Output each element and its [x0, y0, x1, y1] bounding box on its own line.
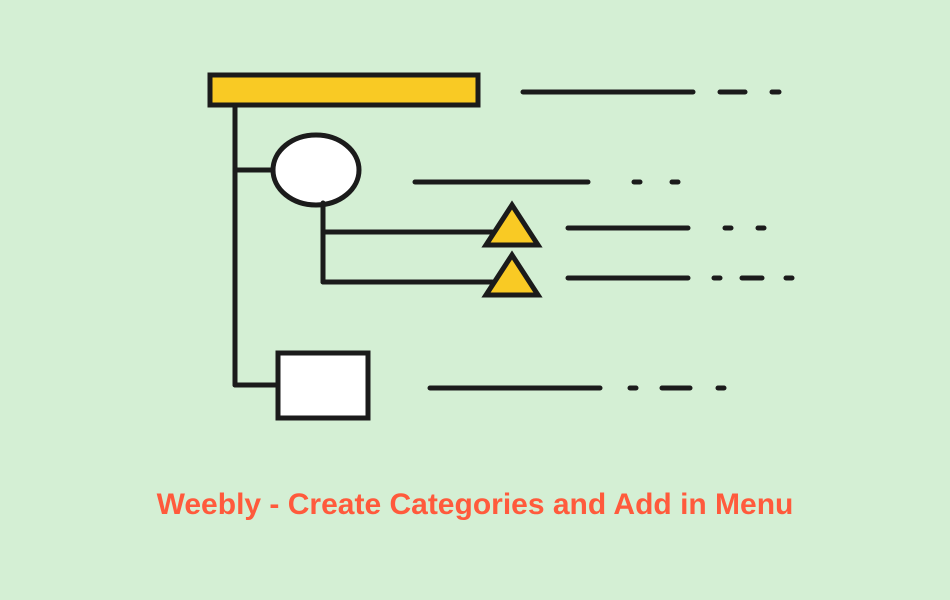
diagram-caption: Weebly - Create Categories and Add in Me…: [157, 488, 794, 522]
root-bar: [210, 75, 478, 105]
rectangle-node: [278, 353, 368, 418]
triangle-node-1: [486, 205, 538, 245]
triangle-node-2: [486, 255, 538, 295]
ellipse-node: [273, 135, 359, 205]
